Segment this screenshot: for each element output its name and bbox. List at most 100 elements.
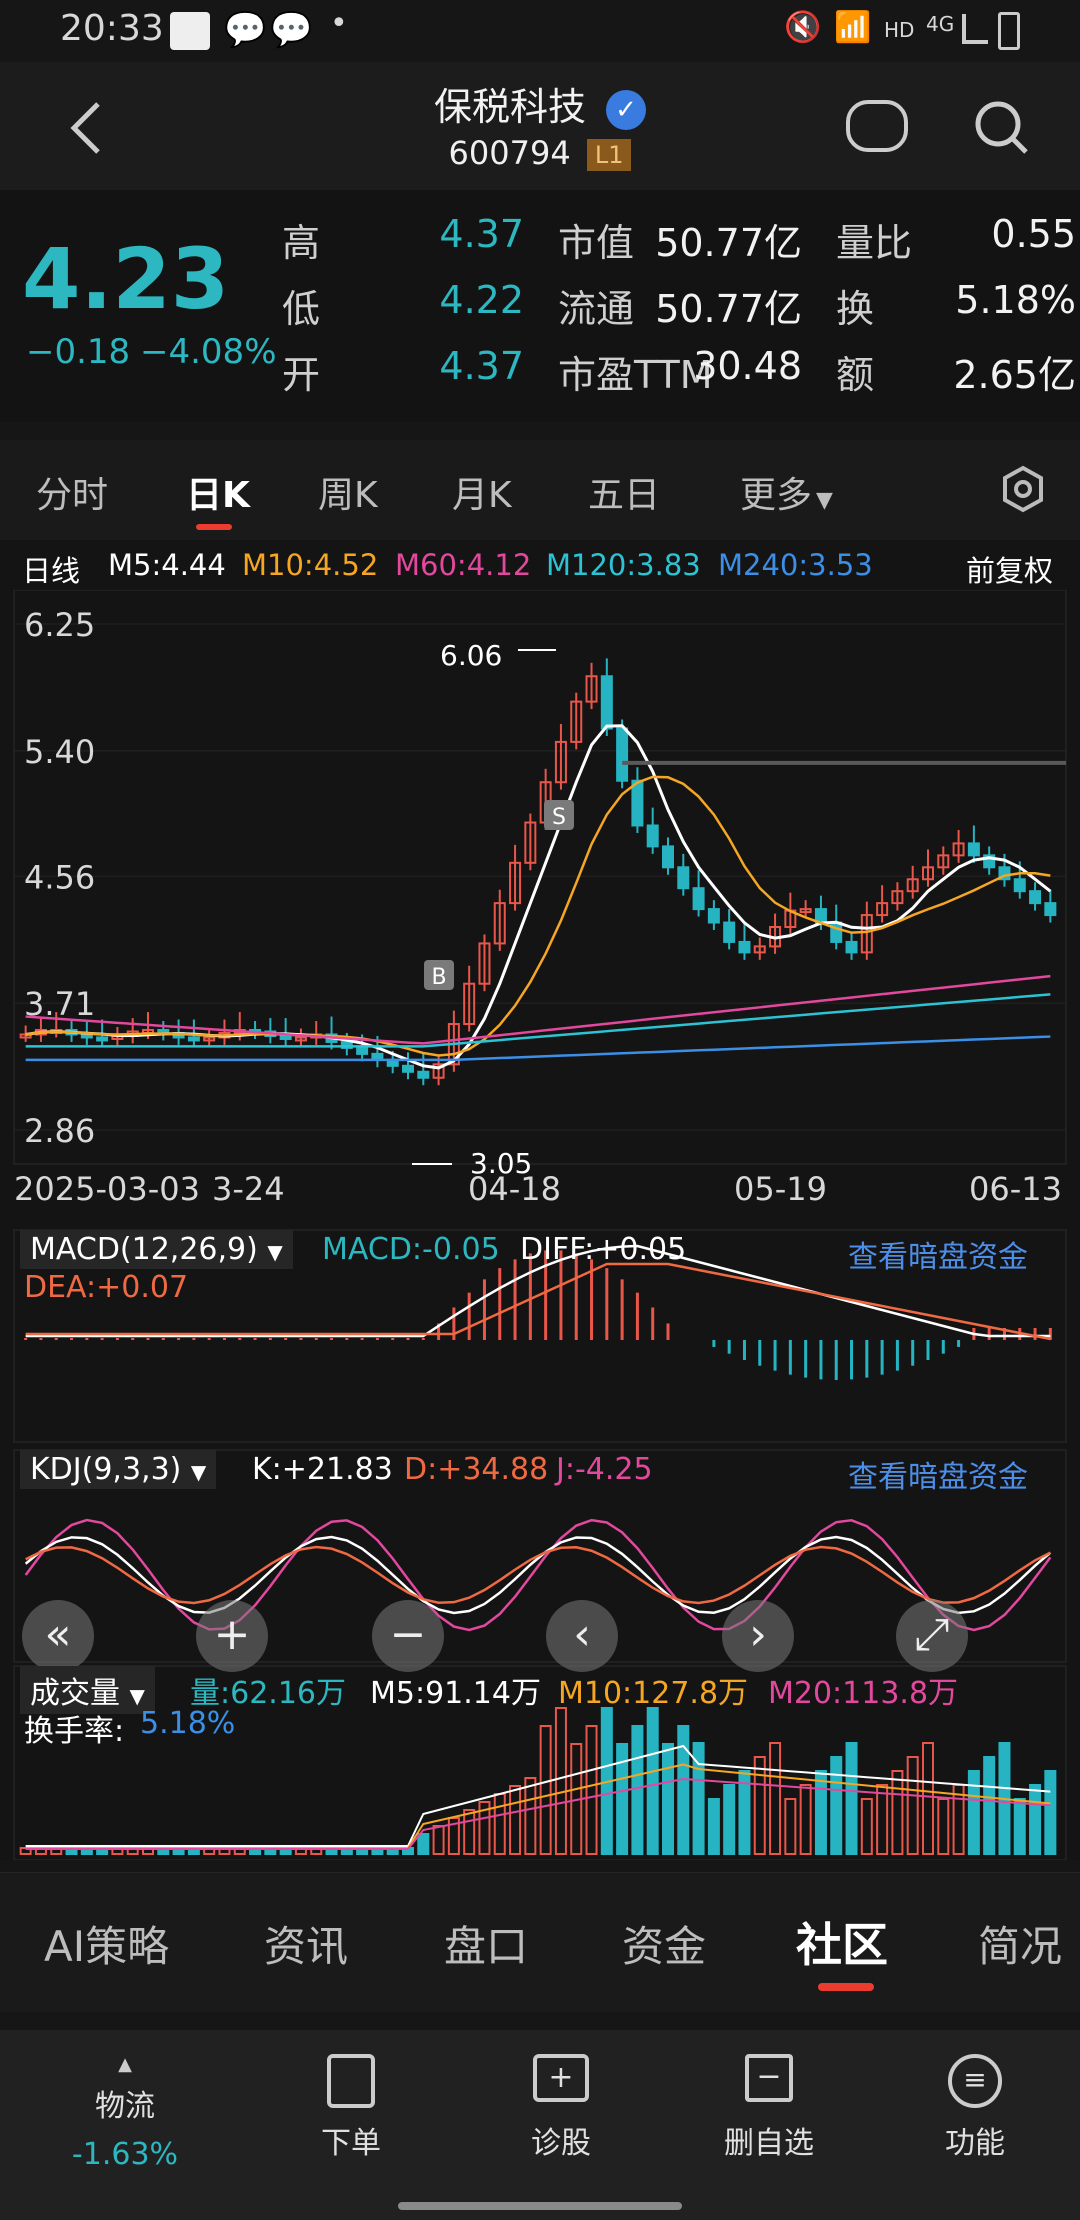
- tab-five-day[interactable]: 五日: [588, 466, 660, 518]
- chart-next-button[interactable]: ›: [722, 1600, 794, 1672]
- tab-daily-k[interactable]: 日K: [186, 466, 250, 518]
- tab-funds[interactable]: 资金: [622, 1913, 706, 1974]
- dropdown-icon: ▼: [129, 1684, 145, 1708]
- macd-value: MACD:-0.05: [322, 1232, 500, 1267]
- stat-value: 0.55: [991, 212, 1076, 256]
- x-tick-label: 05-19: [734, 1170, 827, 1208]
- search-icon[interactable]: [972, 98, 1032, 158]
- volume-m20-line: [25, 1777, 1051, 1850]
- tab-monthly-k[interactable]: 月K: [452, 466, 512, 518]
- candle: [646, 824, 659, 848]
- volume-bar: [524, 1777, 537, 1855]
- ma120-label: M120:3.83: [546, 548, 701, 582]
- sector-name: 物流: [95, 2089, 155, 2124]
- remove-watchlist-button[interactable]: − 删自选: [694, 2054, 844, 2162]
- chart-rewind-button[interactable]: «: [22, 1600, 94, 1672]
- macd-selector[interactable]: MACD(12,26,9) ▼: [20, 1230, 293, 1269]
- kdj-selector[interactable]: KDJ(9,3,3) ▼: [20, 1450, 217, 1489]
- kdj-dark-pool-link[interactable]: 查看暗盘资金: [848, 1452, 1028, 1496]
- stat-value: 4.22: [439, 278, 524, 322]
- diagnose-label: 诊股: [531, 2126, 591, 2161]
- tab-ai-strategy[interactable]: AI策略: [44, 1913, 169, 1974]
- tab-active-indicator: [196, 524, 232, 530]
- wechat-icon-2: 💬: [270, 10, 313, 50]
- robot-assistant-icon[interactable]: [846, 100, 908, 152]
- stat-label: 低: [282, 287, 321, 331]
- candle: [1013, 878, 1026, 893]
- diagnose-icon: +: [533, 2054, 589, 2102]
- stat-value: 4.37: [439, 344, 524, 388]
- content-tabs: AI策略 资讯 盘口 资金 社区 简况: [0, 1872, 1080, 2012]
- candle: [616, 727, 629, 782]
- sell-marker-label: S: [552, 805, 566, 830]
- functions-label: 功能: [945, 2126, 1005, 2161]
- volume-bar: [891, 1770, 904, 1855]
- volume-bar: [1044, 1770, 1057, 1855]
- tab-profile[interactable]: 简况: [978, 1913, 1062, 1974]
- volume-bar: [830, 1756, 843, 1855]
- period-label: 日线: [22, 554, 81, 588]
- status-bar: 20:33 💬 💬 • 🔇 📶 HD 4G: [0, 0, 1080, 62]
- sector-item[interactable]: ▲ 物流 -1.63%: [50, 2054, 200, 2172]
- candle: [402, 1064, 414, 1073]
- battery-icon: [998, 12, 1020, 50]
- dropdown-icon: ▼: [267, 1240, 283, 1264]
- chart-prev-button[interactable]: ‹: [546, 1600, 618, 1672]
- candle: [417, 1070, 430, 1079]
- candle: [738, 940, 751, 954]
- ma5-label: M5:4.44: [108, 548, 226, 582]
- x-tick-label: 3-24: [212, 1170, 285, 1208]
- settings-icon[interactable]: [998, 464, 1048, 514]
- candle: [600, 675, 613, 730]
- stat-label: 流通: [558, 287, 635, 331]
- candle: [845, 940, 858, 954]
- ma-legend: 日线 M5:4.44 M10:4.52 M60:4.12 M120:3.83 M…: [0, 540, 1080, 590]
- volume-m5: M5:91.14万: [370, 1676, 541, 1711]
- tab-community[interactable]: 社区: [796, 1909, 888, 1975]
- volume-bar: [983, 1756, 996, 1855]
- candle: [1029, 890, 1042, 905]
- adjust-toggle[interactable]: 前复权: [966, 548, 1053, 590]
- volume-m20: M20:113.8万: [768, 1676, 959, 1711]
- volume-bar: [662, 1743, 674, 1855]
- y-tick-label: 5.40: [24, 733, 95, 771]
- macd-dark-pool-link[interactable]: 查看暗盘资金: [848, 1232, 1028, 1276]
- app-notification-icon: [170, 12, 210, 50]
- tab-more[interactable]: 更多 ▼: [740, 466, 833, 518]
- dot-icon: •: [330, 6, 348, 41]
- stat-value: 50.77亿: [655, 287, 802, 331]
- candle: [662, 845, 674, 869]
- volume-bar: [967, 1770, 980, 1855]
- volume-m10: M10:127.8万: [558, 1676, 749, 1711]
- order-icon: [327, 2054, 375, 2108]
- menu-icon: ≡: [948, 2054, 1002, 2108]
- chart-fullscreen-button[interactable]: ⤢: [896, 1600, 968, 1672]
- macd-label: MACD(12,26,9): [30, 1232, 258, 1267]
- status-time: 20:33: [60, 8, 164, 49]
- candle: [279, 1034, 292, 1040]
- tab-intraday[interactable]: 分时: [36, 466, 108, 518]
- stat-value: 4.37: [439, 212, 524, 256]
- turnover-label: 换手率:: [24, 1714, 125, 1749]
- volume-bar: [937, 1798, 950, 1855]
- chart-zoom-in-button[interactable]: +: [196, 1600, 268, 1672]
- tab-weekly-k[interactable]: 周K: [318, 466, 378, 518]
- kdj-j-line: [24, 1518, 1052, 1632]
- x-tick-label: 04-18: [468, 1170, 561, 1208]
- volume-bar: [922, 1742, 934, 1855]
- tab-order-book[interactable]: 盘口: [444, 1913, 528, 1974]
- level-badge: L1: [586, 139, 632, 171]
- candle: [631, 779, 644, 827]
- candle: [187, 1036, 200, 1042]
- network-label: HD: [884, 18, 915, 42]
- volume-bar: [799, 1784, 812, 1855]
- chart-zoom-out-button[interactable]: −: [372, 1600, 444, 1672]
- functions-button[interactable]: ≡ 功能: [900, 2054, 1050, 2162]
- order-button[interactable]: 下单: [276, 2054, 426, 2162]
- volume-bar: [493, 1793, 506, 1855]
- ma60-label: M60:4.12: [395, 548, 532, 582]
- y-tick-label: 2.86: [24, 1112, 95, 1150]
- tab-news[interactable]: 资讯: [264, 1913, 348, 1974]
- diagnose-button[interactable]: + 诊股: [486, 2054, 636, 2162]
- volume-m10-line: [25, 1763, 1051, 1849]
